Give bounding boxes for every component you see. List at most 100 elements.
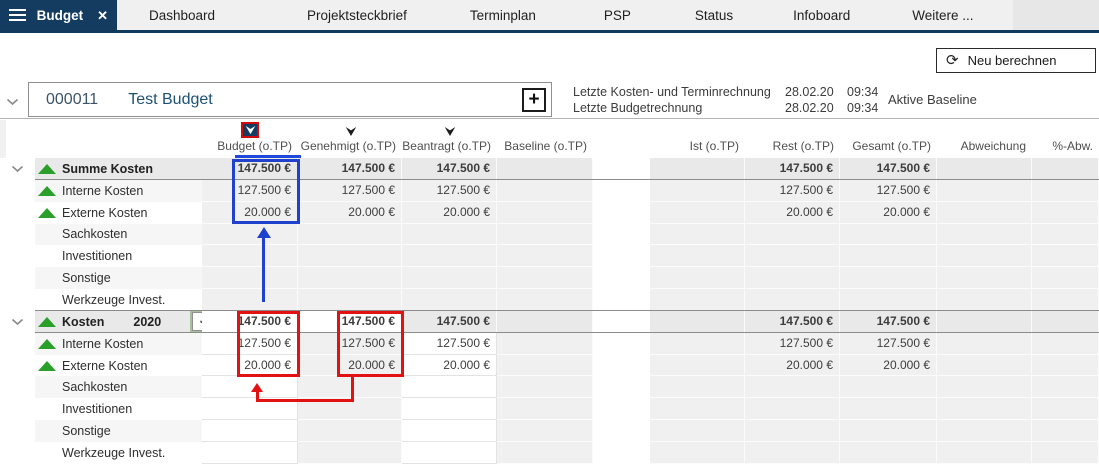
row-gutter bbox=[0, 245, 35, 267]
row-label: Werkzeuge Invest. bbox=[62, 293, 165, 307]
table-row: Werkzeuge Invest. bbox=[0, 289, 1099, 311]
tab-weitere[interactable]: Weitere ... bbox=[912, 0, 973, 30]
col-header-pabw[interactable]: %-Abw. bbox=[1032, 139, 1099, 154]
tab-infoboard[interactable]: Infoboard bbox=[793, 0, 850, 30]
refresh-icon: ⟳ bbox=[946, 53, 959, 68]
cell-gap bbox=[593, 333, 650, 355]
cell-beantragt[interactable]: 20.000 € bbox=[402, 355, 497, 377]
row-label-cell: Sonstige bbox=[0, 267, 202, 289]
cell-budget[interactable]: 20.000 € bbox=[202, 355, 298, 377]
cell-budget[interactable] bbox=[202, 442, 298, 464]
cell-baseline bbox=[497, 311, 593, 333]
cell-gesamt bbox=[840, 420, 937, 442]
filter-active-icon[interactable] bbox=[241, 122, 259, 138]
col-header-gesamt[interactable]: Gesamt (o.TP) bbox=[840, 139, 937, 154]
cell-pabw bbox=[1032, 398, 1099, 420]
row-label-cell: Interne Kosten bbox=[0, 180, 202, 202]
hamburger-menu-icon[interactable] bbox=[9, 9, 26, 21]
tab-terminplan[interactable]: Terminplan bbox=[470, 0, 536, 30]
cell-budget[interactable] bbox=[202, 420, 298, 442]
cell-ist bbox=[650, 333, 745, 355]
cell-beantragt[interactable] bbox=[402, 420, 497, 442]
row-gutter bbox=[0, 202, 35, 224]
table-row: Kosten2020✓147.500 €147.500 €147.500 €14… bbox=[0, 311, 1099, 333]
recalculate-button[interactable]: ⟳ Neu berechnen bbox=[936, 48, 1096, 73]
cell-abweichung bbox=[937, 420, 1032, 442]
cell-genehmigt bbox=[298, 245, 402, 267]
row-label-cell: Werkzeuge Invest. bbox=[0, 289, 202, 311]
row-label: Investitionen bbox=[62, 249, 132, 263]
active-tab-label: Budget bbox=[37, 8, 84, 23]
cell-gesamt: 127.500 € bbox=[840, 333, 937, 355]
cell-rest bbox=[745, 245, 840, 267]
tab-projektsteckbrief[interactable]: Projektsteckbrief bbox=[307, 0, 407, 30]
table-row: Externe Kosten20.000 €20.000 €20.000 €20… bbox=[0, 202, 1099, 224]
row-expander-chevron-icon[interactable] bbox=[0, 158, 35, 180]
add-button[interactable]: + bbox=[522, 88, 546, 112]
cell-gesamt bbox=[840, 245, 937, 267]
col-header-beantragt[interactable]: Beantragt (o.TP) bbox=[402, 139, 497, 154]
row-year: 2020 bbox=[133, 315, 161, 329]
cell-rest bbox=[745, 398, 840, 420]
cell-beantragt[interactable]: 127.500 € bbox=[402, 333, 497, 355]
cell-pabw bbox=[1032, 442, 1099, 464]
table-row: Interne Kosten127.500 €127.500 €127.500 … bbox=[0, 180, 1099, 202]
cell-budget[interactable] bbox=[202, 398, 298, 420]
col-header-genehmigt[interactable]: Genehmigt (o.TP) bbox=[298, 139, 402, 154]
project-collapse-chevron-icon[interactable] bbox=[6, 93, 19, 111]
row-expander-chevron-icon[interactable] bbox=[0, 311, 35, 333]
cell-budget bbox=[202, 267, 298, 289]
row-gutter bbox=[0, 289, 35, 311]
tab-dashboard[interactable]: Dashboard bbox=[149, 0, 215, 30]
cell-beantragt bbox=[402, 245, 497, 267]
cell-gesamt bbox=[840, 398, 937, 420]
table-row: Investitionen bbox=[0, 245, 1099, 267]
cell-ist bbox=[650, 355, 745, 377]
tab-psp[interactable]: PSP bbox=[604, 0, 631, 30]
cell-beantragt[interactable] bbox=[402, 442, 497, 464]
tab-budget-active[interactable]: Budget ✕ bbox=[0, 0, 117, 30]
table-row: Sachkosten bbox=[0, 224, 1099, 246]
row-gutter bbox=[0, 333, 35, 355]
cell-budget[interactable] bbox=[202, 376, 298, 398]
project-header: 000011 Test Budget + bbox=[28, 82, 552, 117]
cell-beantragt[interactable] bbox=[402, 376, 497, 398]
trend-up-icon bbox=[38, 208, 56, 218]
row-gutter bbox=[0, 398, 35, 420]
row-label: Kosten bbox=[62, 315, 104, 329]
cell-rest bbox=[745, 420, 840, 442]
col-header-budget[interactable]: Budget (o.TP) bbox=[202, 139, 298, 154]
col-header-baseline[interactable]: Baseline (o.TP) bbox=[497, 139, 593, 154]
cell-gap bbox=[593, 224, 650, 246]
cell-budget[interactable]: 127.500 € bbox=[202, 333, 298, 355]
cell-gesamt bbox=[840, 267, 937, 289]
close-tab-icon[interactable]: ✕ bbox=[97, 9, 108, 22]
cell-budget[interactable]: 147.500 € bbox=[202, 311, 298, 333]
cell-gesamt: 147.500 € bbox=[840, 311, 937, 333]
col-header-abweichung[interactable]: Abweichung bbox=[937, 139, 1032, 154]
cell-pabw bbox=[1032, 245, 1099, 267]
cell-abweichung bbox=[937, 245, 1032, 267]
meta-label: Letzte Kosten- und Terminrechnung bbox=[573, 85, 785, 99]
cell-beantragt[interactable]: 147.500 € bbox=[402, 311, 497, 333]
cell-genehmigt: 127.500 € bbox=[298, 180, 402, 202]
tab-status[interactable]: Status bbox=[695, 0, 733, 30]
cell-beantragt: 20.000 € bbox=[402, 202, 497, 224]
cell-abweichung bbox=[937, 202, 1032, 224]
recalculate-label: Neu berechnen bbox=[968, 53, 1057, 68]
cell-genehmigt bbox=[298, 267, 402, 289]
cell-gesamt bbox=[840, 376, 937, 398]
row-label: Sachkosten bbox=[62, 380, 127, 394]
table-row: Interne Kosten127.500 €127.500 €127.500 … bbox=[0, 333, 1099, 355]
col-header-ist[interactable]: Ist (o.TP) bbox=[650, 139, 745, 154]
cell-beantragt[interactable] bbox=[402, 398, 497, 420]
cell-budget: 147.500 € bbox=[202, 158, 298, 180]
cell-beantragt bbox=[402, 289, 497, 311]
cell-rest bbox=[745, 289, 840, 311]
cell-gesamt: 127.500 € bbox=[840, 180, 937, 202]
cell-baseline bbox=[497, 333, 593, 355]
row-label: Sachkosten bbox=[62, 227, 127, 241]
meta-time: 09:34 bbox=[847, 85, 891, 99]
col-header-rest[interactable]: Rest (o.TP) bbox=[745, 139, 840, 154]
row-gutter bbox=[0, 376, 35, 398]
